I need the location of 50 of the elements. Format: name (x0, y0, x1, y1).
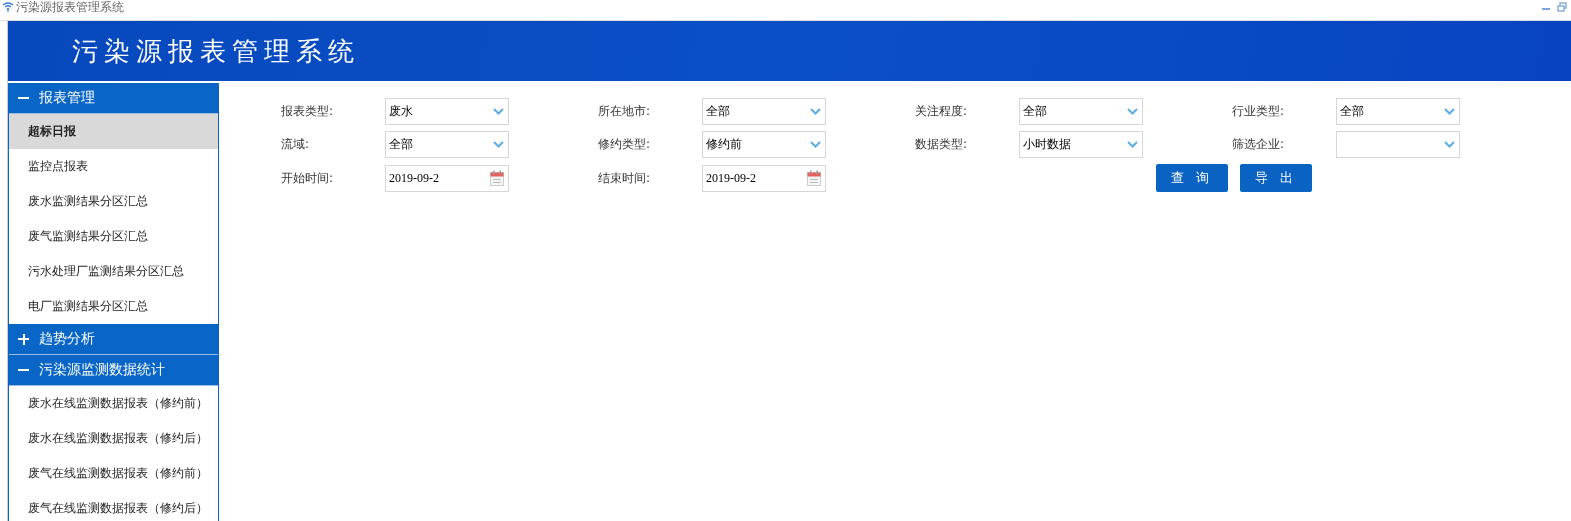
chevron-down-icon (810, 141, 821, 148)
sidebar-item[interactable]: 废水在线监测数据报表（修约前） (9, 386, 218, 421)
chevron-down-icon (493, 141, 504, 148)
chevron-down-icon (1444, 141, 1455, 148)
app-icon (2, 2, 14, 12)
sidebar-item[interactable]: 监控点报表 (9, 149, 218, 184)
field-label: 筛选企业: (1232, 136, 1286, 153)
field-label: 修约类型: (598, 136, 652, 153)
chevron-down-icon (810, 108, 821, 115)
field-label: 行业类型: (1232, 103, 1286, 120)
plus-icon (18, 333, 29, 345)
dropdown-field[interactable]: 全部 (1336, 98, 1460, 125)
field-label: 结束时间: (598, 169, 652, 187)
sidebar-item[interactable]: 超标日报 (9, 114, 218, 149)
sidebar-item[interactable]: 电厂监测结果分区汇总 (9, 289, 218, 324)
sidebar-item[interactable]: 废水监测结果分区汇总 (9, 184, 218, 219)
chevron-down-icon (1127, 108, 1138, 115)
dropdown-field[interactable] (1336, 131, 1460, 158)
sidebar-group-header[interactable]: 报表管理 (9, 83, 218, 114)
dropdown-field[interactable]: 废水 (385, 98, 509, 125)
date-field[interactable]: 2019-09-2 (702, 164, 826, 192)
field-label: 数据类型: (915, 136, 969, 153)
chevron-down-icon (1127, 141, 1138, 148)
sidebar-item[interactable]: 废水在线监测数据报表（修约后） (9, 421, 218, 456)
chevron-down-icon (493, 108, 504, 115)
sidebar-item[interactable]: 污水处理厂监测结果分区汇总 (9, 254, 218, 289)
window-title: 污染源报表管理系统 (16, 0, 124, 14)
action-button[interactable]: 导 出 (1240, 164, 1312, 192)
dropdown-field[interactable]: 全部 (702, 98, 826, 125)
dropdown-field[interactable]: 小时数据 (1019, 131, 1143, 158)
field-label: 报表类型: (281, 103, 335, 120)
sidebar-item[interactable]: 废气监测结果分区汇总 (9, 219, 218, 254)
sidebar-group-header[interactable]: 趋势分析 (9, 324, 218, 355)
sidebar-group-header[interactable]: 污染源监测数据统计 (9, 355, 218, 386)
app-title: 污染源报表管理系统 (72, 34, 360, 68)
action-button[interactable]: 查 询 (1156, 164, 1228, 192)
dropdown-field[interactable]: 修约前 (702, 131, 826, 158)
calendar-icon[interactable] (490, 170, 504, 186)
sidebar-item[interactable]: 废气在线监测数据报表（修约前） (9, 456, 218, 491)
sidebar-item[interactable]: 废气在线监测数据报表（修约后） (9, 491, 218, 521)
chevron-down-icon (1444, 108, 1455, 115)
field-label: 开始时间: (281, 169, 335, 187)
field-label: 流域: (281, 136, 311, 153)
restore-icon[interactable] (1557, 2, 1567, 12)
calendar-icon[interactable] (807, 170, 821, 186)
field-label: 所在地市: (598, 103, 652, 120)
field-label: 关注程度: (915, 103, 969, 120)
date-field[interactable]: 2019-09-2 (385, 164, 509, 192)
dropdown-field[interactable]: 全部 (385, 131, 509, 158)
dropdown-field[interactable]: 全部 (1019, 98, 1143, 125)
